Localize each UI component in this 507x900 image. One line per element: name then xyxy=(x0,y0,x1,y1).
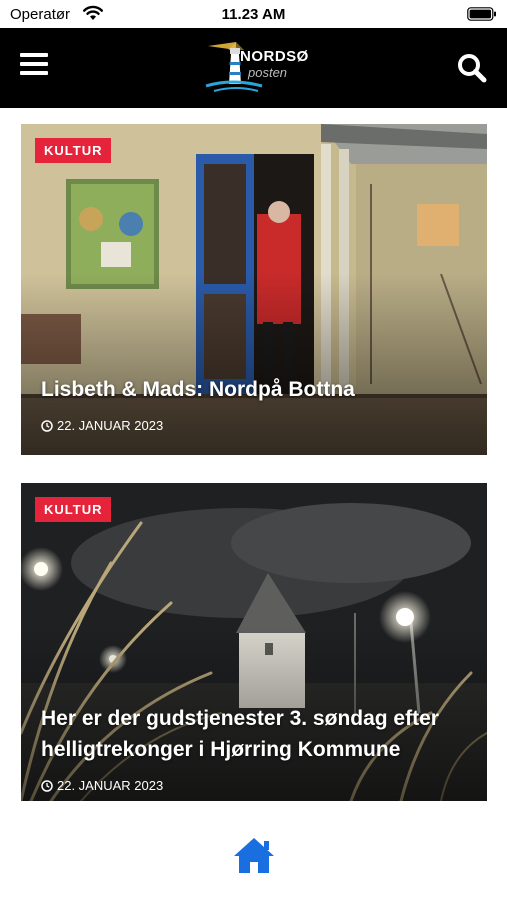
article-card[interactable]: KULTUR Her er der gudstjenester 3. sønda… xyxy=(21,483,487,801)
category-badge[interactable]: KULTUR xyxy=(35,138,112,163)
article-card[interactable]: KULTUR Lisbeth & Mads: Nordpå Bottna 22.… xyxy=(21,124,487,455)
bottom-nav xyxy=(0,820,507,900)
hamburger-menu-icon[interactable] xyxy=(20,53,48,79)
clock-icon xyxy=(41,419,53,432)
article-title[interactable]: Lisbeth & Mads: Nordpå Bottna xyxy=(41,374,467,405)
article-date-text: 22. JANUAR 2023 xyxy=(57,778,164,793)
article-date-text: 22. JANUAR 2023 xyxy=(57,418,164,433)
nordsoe-posten-logo[interactable]: NORDSØ posten xyxy=(202,40,312,96)
article-date: 22. JANUAR 2023 xyxy=(41,778,163,793)
clock-icon xyxy=(41,779,53,792)
battery-icon xyxy=(467,7,496,21)
logo-text-nordsoe: NORDSØ xyxy=(240,48,309,65)
category-badge[interactable]: KULTUR xyxy=(35,497,112,522)
home-icon[interactable] xyxy=(231,835,277,875)
logo-text-posten: posten xyxy=(248,65,288,80)
search-icon[interactable] xyxy=(457,53,487,83)
status-time: 11.23 AM xyxy=(221,6,286,23)
article-date: 22. JANUAR 2023 xyxy=(41,418,163,433)
status-bar: Operatør 11.23 AM xyxy=(0,0,507,28)
article-title[interactable]: Her er der gudstjenester 3. søndag efter… xyxy=(41,703,467,765)
image-gradient-overlay xyxy=(21,124,487,455)
app-header: NORDSØ posten xyxy=(0,28,507,108)
